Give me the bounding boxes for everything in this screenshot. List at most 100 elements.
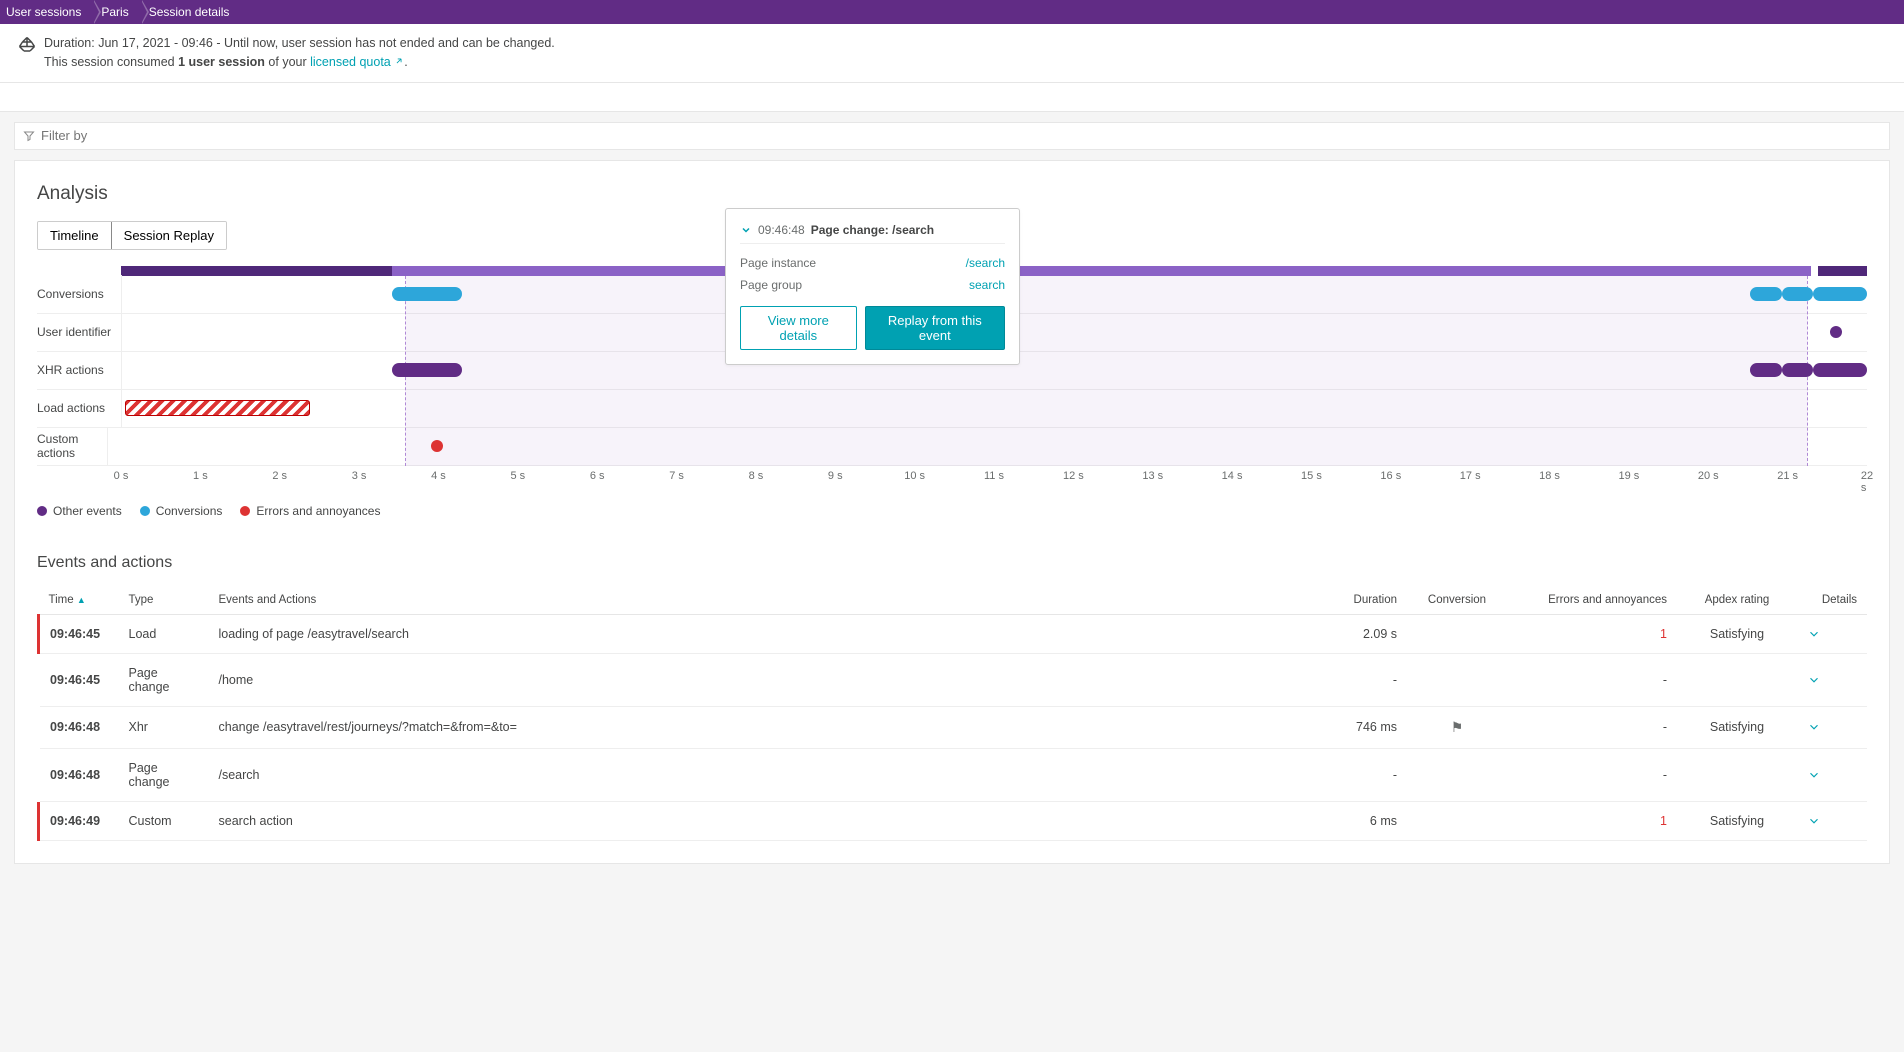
cell-details xyxy=(1797,706,1867,748)
cell-type: Page change xyxy=(119,748,209,801)
events-and-actions-title: Events and actions xyxy=(37,554,1867,572)
legend-label: Errors and annoyances xyxy=(256,504,380,518)
cell-action: /home xyxy=(209,653,1318,706)
legend-dot-red xyxy=(240,506,250,516)
cell-details xyxy=(1797,653,1867,706)
replay-from-event-button[interactable]: Replay from this event xyxy=(865,306,1005,350)
error-count: 1 xyxy=(1660,627,1667,641)
chevron-down-icon[interactable] xyxy=(1807,627,1821,641)
table-row[interactable]: 09:46:49Customsearch action6 ms1Satisfyi… xyxy=(39,801,1868,840)
tab-session-replay[interactable]: Session Replay xyxy=(111,222,226,249)
axis-tick: 21 s xyxy=(1777,470,1798,482)
cell-duration: 6 ms xyxy=(1317,801,1407,840)
cell-conversion xyxy=(1407,748,1507,801)
track-lane[interactable] xyxy=(121,389,1867,427)
track-lane[interactable] xyxy=(107,427,1867,465)
cell-conversion xyxy=(1407,614,1507,653)
chevron-down-icon[interactable] xyxy=(1807,768,1821,782)
xhr-bubble[interactable] xyxy=(1813,363,1867,377)
axis-tick: 10 s xyxy=(904,470,925,482)
axis-tick: 20 s xyxy=(1698,470,1719,482)
cell-conversion xyxy=(1407,801,1507,840)
col-time[interactable]: Time ▲ xyxy=(39,586,119,615)
table-row[interactable]: 09:46:45Loadloading of page /easytravel/… xyxy=(39,614,1868,653)
flag-icon: ⚑ xyxy=(1451,719,1464,735)
axis-tick: 0 s xyxy=(114,470,129,482)
cell-apdex: Satisfying xyxy=(1677,614,1797,653)
table-row[interactable]: 09:46:48Page change/search-- xyxy=(39,748,1868,801)
track-label: User identifier xyxy=(37,325,121,339)
track-load-actions: Load actions xyxy=(37,390,1867,428)
legend-label: Other events xyxy=(53,504,122,518)
tab-timeline[interactable]: Timeline xyxy=(37,221,112,250)
axis-tick: 3 s xyxy=(352,470,367,482)
xhr-bubble[interactable] xyxy=(392,363,462,377)
cell-details xyxy=(1797,614,1867,653)
cell-details xyxy=(1797,748,1867,801)
breadcrumb-session-details[interactable]: Session details xyxy=(141,0,242,24)
axis-tick: 8 s xyxy=(749,470,764,482)
track-label: Load actions xyxy=(37,401,121,415)
breadcrumb-user-sessions[interactable]: User sessions xyxy=(0,0,93,24)
col-type[interactable]: Type xyxy=(119,586,209,615)
col-conversion[interactable]: Conversion xyxy=(1407,586,1507,615)
axis-tick: 13 s xyxy=(1142,470,1163,482)
error-count: 1 xyxy=(1660,814,1667,828)
xhr-bubble[interactable] xyxy=(1750,363,1781,377)
axis-tick: 14 s xyxy=(1222,470,1243,482)
breadcrumb-label: Session details xyxy=(149,5,230,19)
cell-errors: 1 xyxy=(1507,801,1677,840)
cell-action: search action xyxy=(209,801,1318,840)
cell-duration: 746 ms xyxy=(1317,706,1407,748)
cell-conversion: ⚑ xyxy=(1407,706,1507,748)
cell-time: 09:46:48 xyxy=(39,748,119,801)
axis-tick: 12 s xyxy=(1063,470,1084,482)
view-more-details-button[interactable]: View more details xyxy=(740,306,857,350)
analysis-tabs: Timeline Session Replay xyxy=(37,221,227,250)
col-errors[interactable]: Errors and annoyances xyxy=(1507,586,1677,615)
conversion-bubble[interactable] xyxy=(1782,287,1813,301)
table-row[interactable]: 09:46:45Page change/home-- xyxy=(39,653,1868,706)
cell-type: Page change xyxy=(119,653,209,706)
analysis-card: Analysis Timeline Session Replay 09:46:4… xyxy=(14,160,1890,864)
custom-action-error-event[interactable] xyxy=(431,440,443,452)
axis-tick: 2 s xyxy=(272,470,287,482)
cell-duration: 2.09 s xyxy=(1317,614,1407,653)
xhr-bubble[interactable] xyxy=(1782,363,1813,377)
filter-input[interactable] xyxy=(41,128,1881,143)
table-row[interactable]: 09:46:48Xhrchange /easytravel/rest/journ… xyxy=(39,706,1868,748)
col-duration[interactable]: Duration xyxy=(1317,586,1407,615)
popover-value-link[interactable]: /search xyxy=(966,256,1005,270)
timeline: 09:46:48 Page change: /search Page insta… xyxy=(37,266,1867,518)
popover-time: 09:46:48 xyxy=(758,223,805,237)
header-segment-dark xyxy=(1818,266,1867,276)
chevron-down-icon[interactable] xyxy=(1807,673,1821,687)
popover-value-link[interactable]: search xyxy=(969,278,1005,292)
axis-tick: 22 s xyxy=(1861,470,1873,494)
quota-suffix: . xyxy=(404,55,407,69)
axis-tick: 9 s xyxy=(828,470,843,482)
chevron-down-icon[interactable] xyxy=(1807,720,1821,734)
axis-tick: 19 s xyxy=(1619,470,1640,482)
conversion-bubble[interactable] xyxy=(392,287,462,301)
axis-tick: 7 s xyxy=(669,470,684,482)
legend-other-events: Other events xyxy=(37,504,122,518)
cell-duration: - xyxy=(1317,748,1407,801)
chevron-down-icon[interactable] xyxy=(740,224,752,236)
user-identifier-event[interactable] xyxy=(1830,326,1842,338)
filter-icon xyxy=(23,130,35,142)
timeline-legend: Other events Conversions Errors and anno… xyxy=(37,504,1867,518)
chevron-down-icon[interactable] xyxy=(1807,814,1821,828)
col-events-actions[interactable]: Events and Actions xyxy=(209,586,1318,615)
licensed-quota-link[interactable]: licensed quota xyxy=(310,55,404,69)
conversion-bubble[interactable] xyxy=(1813,287,1867,301)
filter-bar[interactable] xyxy=(14,122,1890,150)
load-action-error-bubble[interactable] xyxy=(125,400,310,416)
duration-text: Duration: Jun 17, 2021 - 09:46 - Until n… xyxy=(44,34,555,53)
cell-type: Load xyxy=(119,614,209,653)
col-apdex[interactable]: Apdex rating xyxy=(1677,586,1797,615)
axis-tick: 18 s xyxy=(1539,470,1560,482)
col-details[interactable]: Details xyxy=(1797,586,1867,615)
legend-errors: Errors and annoyances xyxy=(240,504,380,518)
conversion-bubble[interactable] xyxy=(1750,287,1781,301)
